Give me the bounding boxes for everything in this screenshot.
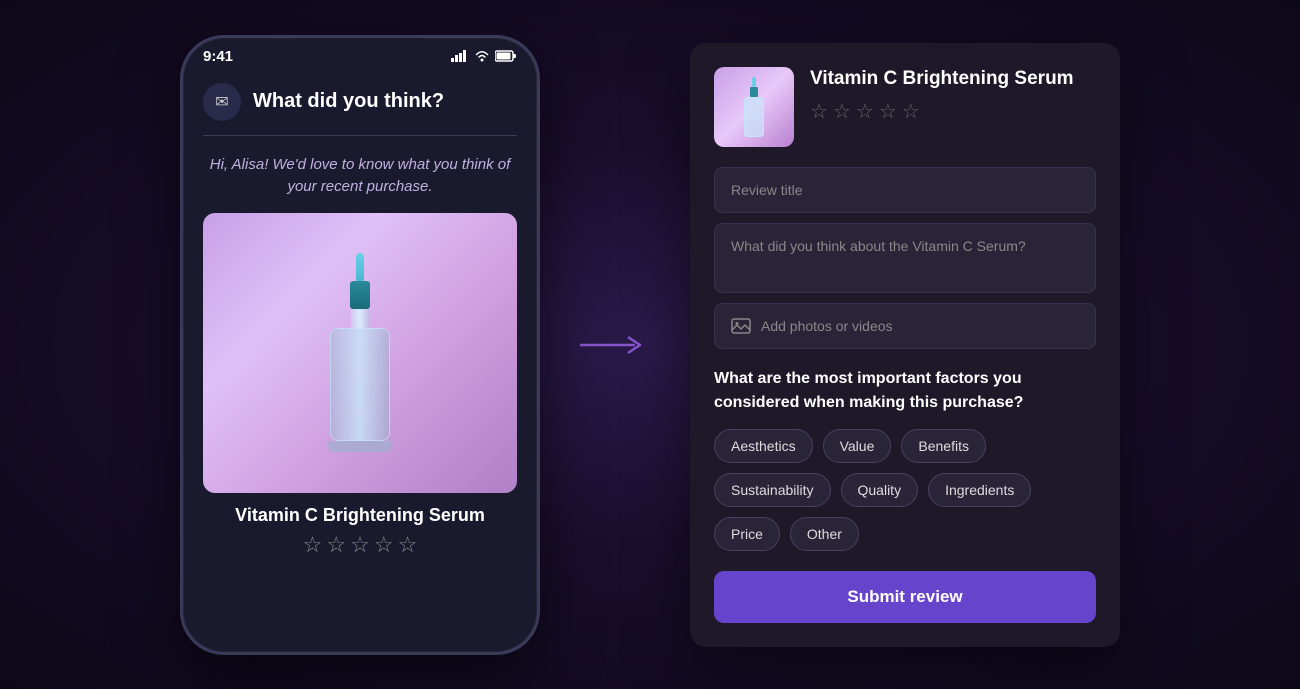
tag-price[interactable]: Price	[714, 517, 780, 551]
panel-star-4[interactable]: ☆	[879, 99, 897, 124]
tag-aesthetics[interactable]: Aesthetics	[714, 429, 813, 463]
phone-mockup: 9:41	[180, 35, 540, 655]
mini-bottle-tip	[752, 77, 756, 87]
panel-stars: ☆ ☆ ☆ ☆ ☆	[810, 99, 1096, 124]
battery-icon	[495, 50, 517, 62]
panel-star-2[interactable]: ☆	[833, 99, 851, 124]
serum-bottle-illustration	[320, 253, 400, 453]
email-header-title: What did you think?	[253, 90, 444, 113]
phone-star-2[interactable]: ☆	[326, 532, 346, 558]
arrow-icon	[580, 330, 650, 360]
phone-star-3[interactable]: ☆	[350, 532, 370, 558]
panel-star-5[interactable]: ☆	[902, 99, 920, 124]
phone-star-4[interactable]: ☆	[374, 532, 394, 558]
purchase-question: What are the most important factors you …	[714, 367, 1096, 415]
review-title-field[interactable]: Review title	[714, 167, 1096, 213]
email-header: ✉ What did you think?	[203, 69, 517, 136]
product-header: Vitamin C Brightening Serum ☆ ☆ ☆ ☆ ☆	[714, 67, 1096, 147]
tag-ingredients[interactable]: Ingredients	[928, 473, 1031, 507]
email-body-text: Hi, Alisa! We'd love to know what you th…	[203, 136, 517, 213]
email-envelope-icon: ✉	[215, 92, 228, 112]
bottle-body	[330, 328, 390, 441]
bottle-neck	[351, 309, 369, 328]
email-icon: ✉	[203, 83, 241, 121]
phone-content: ✉ What did you think? Hi, Alisa! We'd lo…	[183, 69, 537, 558]
submit-review-button[interactable]: Submit review	[714, 571, 1096, 623]
add-media-icon	[731, 318, 751, 334]
add-media-label: Add photos or videos	[761, 318, 893, 334]
review-body-placeholder: What did you think about the Vitamin C S…	[731, 238, 1026, 254]
phone-product-name: Vitamin C Brightening Serum	[203, 505, 517, 526]
add-media-button[interactable]: Add photos or videos	[714, 303, 1096, 349]
review-title-placeholder: Review title	[731, 182, 803, 198]
review-body-field[interactable]: What did you think about the Vitamin C S…	[714, 223, 1096, 293]
wifi-icon	[474, 50, 490, 62]
panel-star-3[interactable]: ☆	[856, 99, 874, 124]
panel-star-1[interactable]: ☆	[810, 99, 828, 124]
phone-product-image	[203, 213, 517, 493]
bottle-dropper-tip	[356, 253, 364, 281]
panel-product-title: Vitamin C Brightening Serum	[810, 67, 1096, 92]
signal-icon	[451, 50, 469, 62]
status-icons	[451, 50, 517, 62]
phone-stars: ☆ ☆ ☆ ☆ ☆	[203, 532, 517, 558]
arrow-divider	[580, 330, 650, 360]
tag-quality[interactable]: Quality	[841, 473, 919, 507]
phone-star-1[interactable]: ☆	[303, 532, 323, 558]
product-info: Vitamin C Brightening Serum ☆ ☆ ☆ ☆ ☆	[810, 67, 1096, 125]
status-time: 9:41	[203, 48, 233, 65]
tag-value[interactable]: Value	[823, 429, 892, 463]
mini-bottle-cap	[750, 87, 758, 97]
tags-container: Aesthetics Value Benefits Sustainability…	[714, 429, 1096, 551]
mini-bottle-illustration	[740, 77, 768, 137]
bottle-dropper-cap	[350, 281, 370, 309]
main-scene: 9:41	[180, 35, 1120, 655]
phone-notch	[295, 38, 425, 66]
mini-bottle-body	[744, 97, 764, 137]
review-panel: Vitamin C Brightening Serum ☆ ☆ ☆ ☆ ☆ Re…	[690, 43, 1120, 647]
phone-star-5[interactable]: ☆	[398, 532, 418, 558]
bottle-base	[328, 441, 392, 452]
product-thumbnail	[714, 67, 794, 147]
tag-benefits[interactable]: Benefits	[901, 429, 986, 463]
tag-sustainability[interactable]: Sustainability	[714, 473, 831, 507]
tag-other[interactable]: Other	[790, 517, 859, 551]
